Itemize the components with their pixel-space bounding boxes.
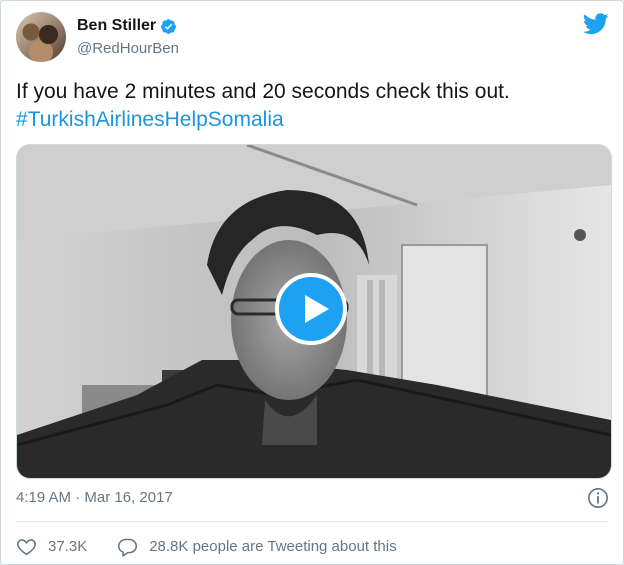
tweeting-count: 28.8K people are Tweeting about this	[149, 538, 397, 555]
hashtag-link[interactable]: #TurkishAirlinesHelpSomalia	[16, 106, 510, 134]
tweet-card: Ben Stiller @RedHourBen If you have 2 mi…	[0, 0, 624, 565]
divider	[16, 521, 608, 522]
heart-icon	[17, 539, 36, 556]
tweet-body: If you have 2 minutes and 20 seconds che…	[16, 80, 510, 103]
info-icon[interactable]	[587, 487, 609, 509]
tweet-text: If you have 2 minutes and 20 seconds che…	[16, 78, 510, 134]
tweet-timestamp[interactable]: 4:19 AM · Mar 16, 2017	[16, 489, 173, 506]
play-icon[interactable]	[275, 273, 347, 345]
avatar[interactable]	[16, 12, 66, 62]
tweet-actions: 37.3K 28.8K people are Tweeting about th…	[16, 536, 397, 557]
conversation-button[interactable]: 28.8K people are Tweeting about this	[117, 536, 397, 557]
twitter-bird-icon[interactable]	[583, 13, 609, 35]
verified-badge-icon	[161, 18, 177, 34]
like-button[interactable]: 37.3K	[16, 536, 87, 557]
author-handle[interactable]: @RedHourBen	[77, 40, 179, 57]
like-count: 37.3K	[48, 538, 88, 555]
comment-icon	[118, 538, 138, 557]
author-name-row[interactable]: Ben Stiller	[77, 17, 177, 35]
author-name[interactable]: Ben Stiller	[77, 17, 156, 35]
